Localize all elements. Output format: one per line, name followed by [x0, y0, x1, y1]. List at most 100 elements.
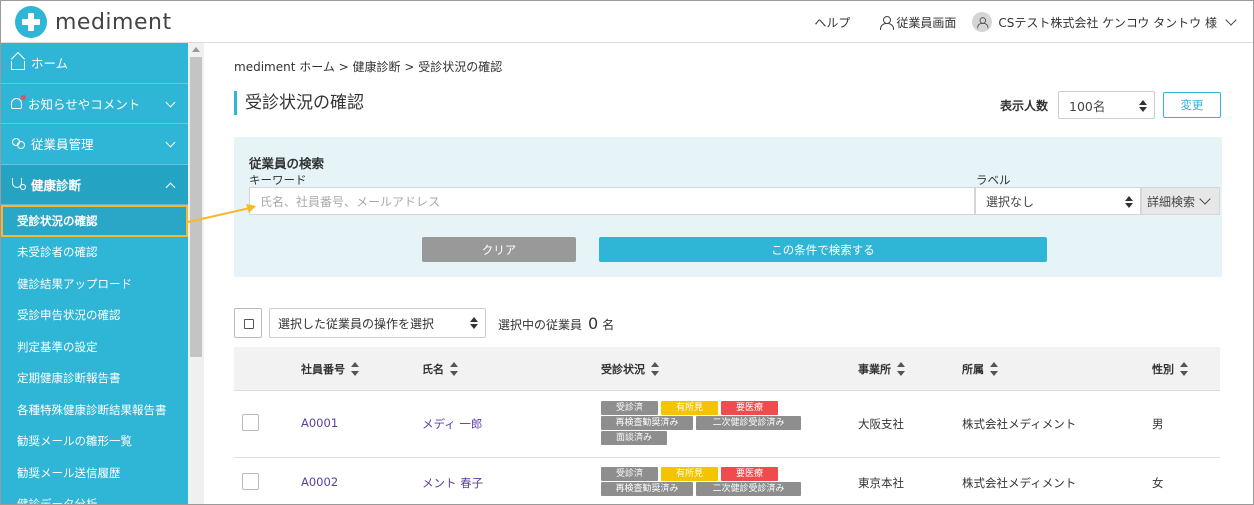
employee-id-link[interactable]: A0001 — [301, 416, 338, 430]
sidebar-item-health-check[interactable]: 健康診断 — [1, 164, 188, 205]
column-label: 事業所 — [858, 362, 891, 376]
status-badge: 受診済 — [601, 401, 658, 415]
user-icon — [977, 16, 989, 29]
sidebar-item-employees[interactable]: 従業員管理 — [1, 124, 188, 165]
status-badge: 要医療 — [721, 401, 778, 415]
sidebar-subitem-upload-results[interactable]: 健診結果アップロード — [1, 268, 188, 300]
bulk-actions: 選択した従業員の操作を選択 選択中の従業員 0 名 — [234, 308, 614, 338]
display-count-control: 表示人数 100名 変更 — [1000, 91, 1221, 119]
bulk-action-label: 選択した従業員の操作を選択 — [278, 316, 435, 331]
select-all-checkbox[interactable] — [234, 308, 262, 338]
sort-icon[interactable] — [897, 361, 905, 376]
help-link[interactable]: ヘルプ — [814, 14, 850, 31]
table-header: 社員番号 氏名 受診状況 事業所 所属 性別 — [234, 347, 1220, 391]
status-badge: 再検査勧奨済み — [601, 482, 693, 496]
label-label: ラベル — [976, 173, 1011, 187]
logo[interactable]: mediment — [15, 6, 172, 38]
sort-icon[interactable] — [450, 361, 458, 376]
sidebar-item-notices[interactable]: お知らせやコメント — [1, 84, 188, 124]
employee-name-link[interactable]: メディ 一郎 — [422, 416, 482, 432]
selected-count-suffix: 名 — [602, 317, 615, 332]
chevron-down-icon[interactable] — [1225, 14, 1237, 26]
change-button[interactable]: 変更 — [1163, 92, 1221, 118]
sidebar-item-label: 従業員管理 — [31, 137, 94, 153]
sort-icon[interactable] — [651, 361, 659, 376]
sidebar-subitem-mail-templates[interactable]: 勧奨メールの雛形一覧 — [1, 425, 188, 457]
exam-status-badges: 受診済 有所見 要医療 再検査勧奨済み 二次健診受診済み 面談済み — [601, 401, 806, 446]
search-panel: 従業員の検索 キーワード ラベル 氏名、社員番号、メールアドレス 選択なし 詳細… — [234, 137, 1222, 277]
department-cell: 株式会社メディメント — [962, 417, 1077, 431]
employee-screen-label: 従業員画面 — [896, 15, 957, 30]
gender-cell: 男 — [1152, 417, 1164, 431]
keyword-input[interactable]: 氏名、社員番号、メールアドレス — [249, 187, 975, 215]
column-label: 性別 — [1152, 362, 1174, 376]
status-badge: 要医療 — [721, 467, 778, 481]
selected-count-prefix: 選択中の従業員 — [498, 317, 583, 332]
sidebar-item-home[interactable]: ホーム — [1, 43, 188, 84]
sidebar-subitem-exam-status[interactable]: 受診状況の確認 — [1, 205, 188, 237]
label-select[interactable]: 選択なし — [975, 187, 1141, 215]
selected-count-number: 0 — [588, 313, 599, 333]
employee-screen-link[interactable]: 従業員画面 — [880, 14, 956, 31]
chevron-down-icon — [165, 97, 176, 107]
logo-cross-icon — [15, 6, 47, 38]
sidebar-subitem-periodic-report[interactable]: 定期健康診断報告書 — [1, 362, 188, 394]
row-checkbox[interactable] — [242, 414, 259, 431]
table-row[interactable]: A0001 メディ 一郎 受診済 有所見 要医療 再検査勧奨済み 二次健診受診済… — [234, 391, 1220, 458]
column-label: 社員番号 — [301, 362, 345, 376]
clear-button[interactable]: クリア — [422, 237, 576, 262]
advanced-search-label: 詳細検索 — [1147, 194, 1196, 209]
sidebar-subitem-special-report[interactable]: 各種特殊健康診断結果報告書 — [1, 394, 188, 426]
chevron-down-icon — [1199, 193, 1211, 205]
table-row[interactable]: A0002 メント 春子 受診済 有所見 要医療 再検査勧奨済み 二次健診受診済… — [234, 458, 1220, 504]
chevron-down-icon — [165, 137, 176, 148]
row-checkbox[interactable] — [242, 473, 259, 490]
office-cell: 東京本社 — [858, 476, 904, 490]
keyword-label: キーワード — [249, 173, 307, 187]
status-badge: 受診済 — [601, 467, 658, 481]
logo-text: mediment — [55, 9, 172, 35]
user-name[interactable]: CSテスト株式会社 ケンコウ タントウ 様 — [998, 14, 1217, 31]
column-header-gender[interactable]: 性別 — [1152, 361, 1188, 377]
department-cell: 株式会社メディメント — [962, 476, 1077, 490]
column-header-office[interactable]: 事業所 — [858, 361, 905, 377]
display-count-select[interactable]: 100名 — [1058, 91, 1155, 119]
sidebar-scrollbar[interactable] — [188, 43, 204, 504]
column-header-exam-status[interactable]: 受診状況 — [601, 361, 659, 377]
advanced-search-button[interactable]: 詳細検索 — [1141, 187, 1220, 215]
scroll-up-arrow-icon[interactable] — [192, 47, 200, 52]
status-badge: 有所見 — [661, 401, 718, 415]
employee-name-link[interactable]: メント 春子 — [422, 475, 483, 491]
avatar[interactable] — [972, 12, 993, 32]
sidebar-subitem-unexamined[interactable]: 未受診者の確認 — [1, 236, 188, 268]
status-badge: 有所見 — [661, 467, 718, 481]
sidebar-subitem-declaration-status[interactable]: 受診申告状況の確認 — [1, 299, 188, 331]
person-icon — [880, 15, 895, 30]
sort-icon[interactable] — [990, 361, 998, 376]
chevron-up-icon — [165, 182, 176, 192]
selected-count: 選択中の従業員 0 名 — [498, 314, 614, 333]
sidebar-item-label: お知らせやコメント — [28, 96, 141, 112]
sidebar-item-label: ホーム — [31, 56, 69, 72]
column-header-name[interactable]: 氏名 — [422, 361, 458, 377]
column-header-employee-id[interactable]: 社員番号 — [301, 361, 359, 377]
search-button[interactable]: この条件で検索する — [599, 237, 1047, 262]
gender-cell: 女 — [1152, 476, 1164, 490]
sidebar-subitem-mail-history[interactable]: 勧奨メール送信履歴 — [1, 457, 188, 489]
search-title: 従業員の検索 — [249, 156, 325, 171]
column-header-department[interactable]: 所属 — [962, 361, 998, 377]
employee-table: 社員番号 氏名 受診状況 事業所 所属 性別 A0001 メディ 一郎 受診済 … — [234, 347, 1220, 504]
display-count-label: 表示人数 — [999, 98, 1048, 113]
status-badge: 二次健診受診済み — [696, 416, 801, 430]
column-label: 受診状況 — [601, 362, 645, 376]
sidebar-item-label: 健康診断 — [31, 177, 82, 193]
employee-id-link[interactable]: A0002 — [301, 475, 338, 489]
sort-icon[interactable] — [351, 361, 359, 376]
breadcrumb[interactable]: mediment ホーム > 健康診断 > 受診状況の確認 — [234, 58, 502, 75]
sidebar-subitem-criteria-settings[interactable]: 判定基準の設定 — [1, 331, 188, 363]
bulk-action-select[interactable]: 選択した従業員の操作を選択 — [269, 308, 486, 338]
sort-icon[interactable] — [1180, 361, 1188, 376]
sidebar-subitem-data-analysis[interactable]: 健診データ分析 — [1, 488, 188, 504]
display-count-value: 100名 — [1069, 98, 1106, 114]
select-arrows-icon — [470, 317, 478, 329]
